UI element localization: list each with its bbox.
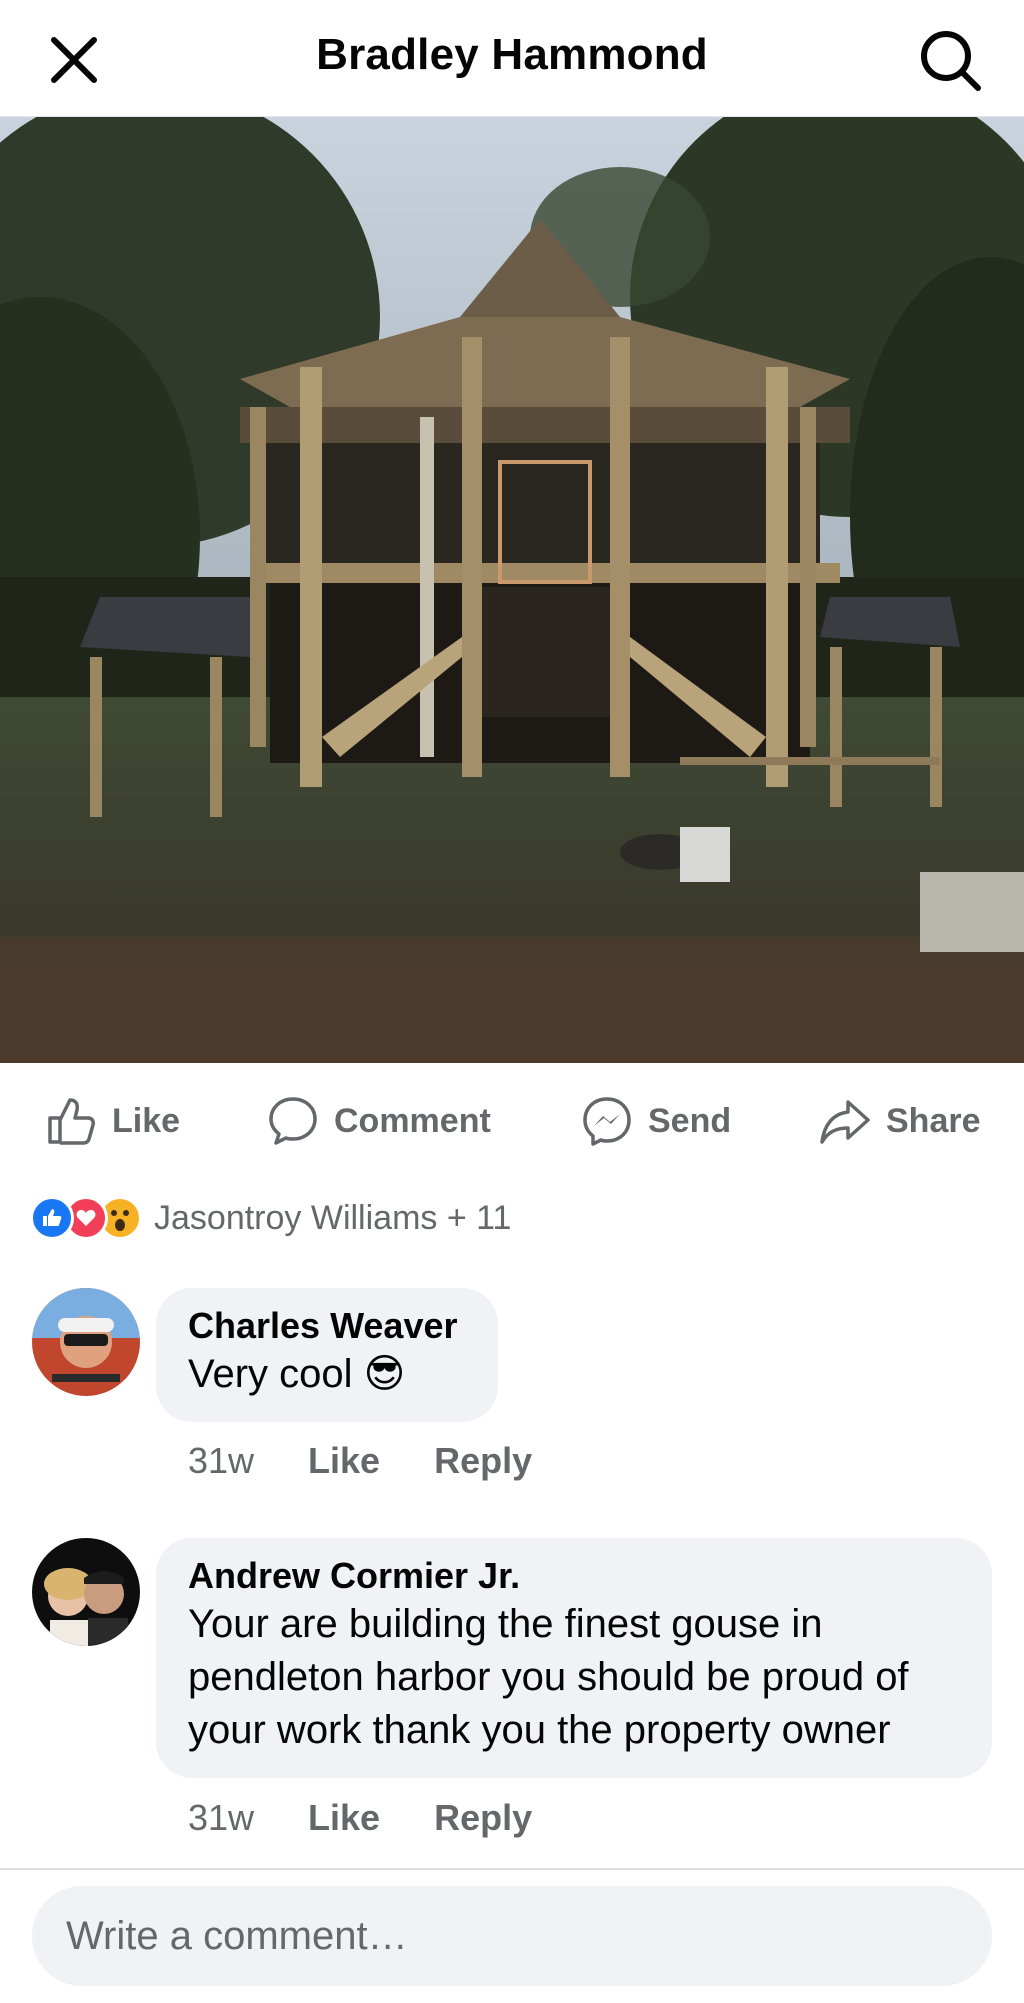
- comment-input[interactable]: [66, 1913, 992, 1959]
- reaction-names: Jasontroy Williams + 11: [154, 1198, 512, 1237]
- sunglasses-emoji-icon: 😎: [363, 1352, 406, 1396]
- comment-icon: [269, 1097, 317, 1145]
- comment-text-line: pendleton harbor you should be proud of: [188, 1655, 909, 1699]
- search-icon[interactable]: [916, 26, 984, 94]
- share-icon: [820, 1100, 870, 1144]
- comment-meta: 31w Like Reply: [188, 1440, 532, 1482]
- comment-author[interactable]: Andrew Cormier Jr.: [188, 1554, 960, 1598]
- comment-reply-button[interactable]: Reply: [434, 1440, 532, 1482]
- messenger-icon: [583, 1097, 631, 1146]
- comment-button[interactable]: Comment: [266, 1091, 491, 1151]
- share-button[interactable]: Share: [818, 1091, 981, 1151]
- comment-author[interactable]: Charles Weaver: [188, 1304, 466, 1348]
- post-photo[interactable]: [0, 117, 1024, 1063]
- comment-text-line: Your are building the finest gouse in: [188, 1602, 823, 1646]
- comment-bubble[interactable]: Andrew Cormier Jr. Your are building the…: [156, 1538, 992, 1778]
- divider: [0, 1868, 1024, 1870]
- comment-text-body: Very cool: [188, 1352, 353, 1396]
- like-button[interactable]: Like: [44, 1091, 180, 1151]
- avatar[interactable]: [32, 1288, 140, 1396]
- reactions-summary[interactable]: Jasontroy Williams + 11: [30, 1190, 511, 1246]
- comment-text: Very cool 😎: [188, 1348, 466, 1401]
- comment-like-button[interactable]: Like: [308, 1440, 380, 1482]
- send-button[interactable]: Send: [580, 1091, 731, 1151]
- thumbs-up-icon: [48, 1098, 95, 1145]
- construction-photo: [0, 117, 1024, 1063]
- page-title: Bradley Hammond: [316, 30, 708, 79]
- comment-composer[interactable]: [32, 1886, 992, 1986]
- comment-like-button[interactable]: Like: [308, 1797, 380, 1839]
- comment-time: 31w: [188, 1440, 255, 1481]
- comment-reply-button[interactable]: Reply: [434, 1797, 532, 1839]
- comment-bubble[interactable]: Charles Weaver Very cool 😎: [156, 1288, 498, 1422]
- comment-text-line: your work thank you the property owner: [188, 1708, 891, 1752]
- send-label: Send: [648, 1101, 732, 1140]
- top-bar: Bradley Hammond: [0, 0, 1024, 117]
- avatar[interactable]: [32, 1538, 140, 1646]
- like-reaction-icon: [30, 1196, 74, 1240]
- comment-time: 31w: [188, 1797, 255, 1838]
- comment-label: Comment: [334, 1101, 491, 1140]
- comment-meta: 31w Like Reply: [188, 1797, 532, 1839]
- share-label: Share: [886, 1101, 981, 1140]
- like-label: Like: [112, 1101, 181, 1140]
